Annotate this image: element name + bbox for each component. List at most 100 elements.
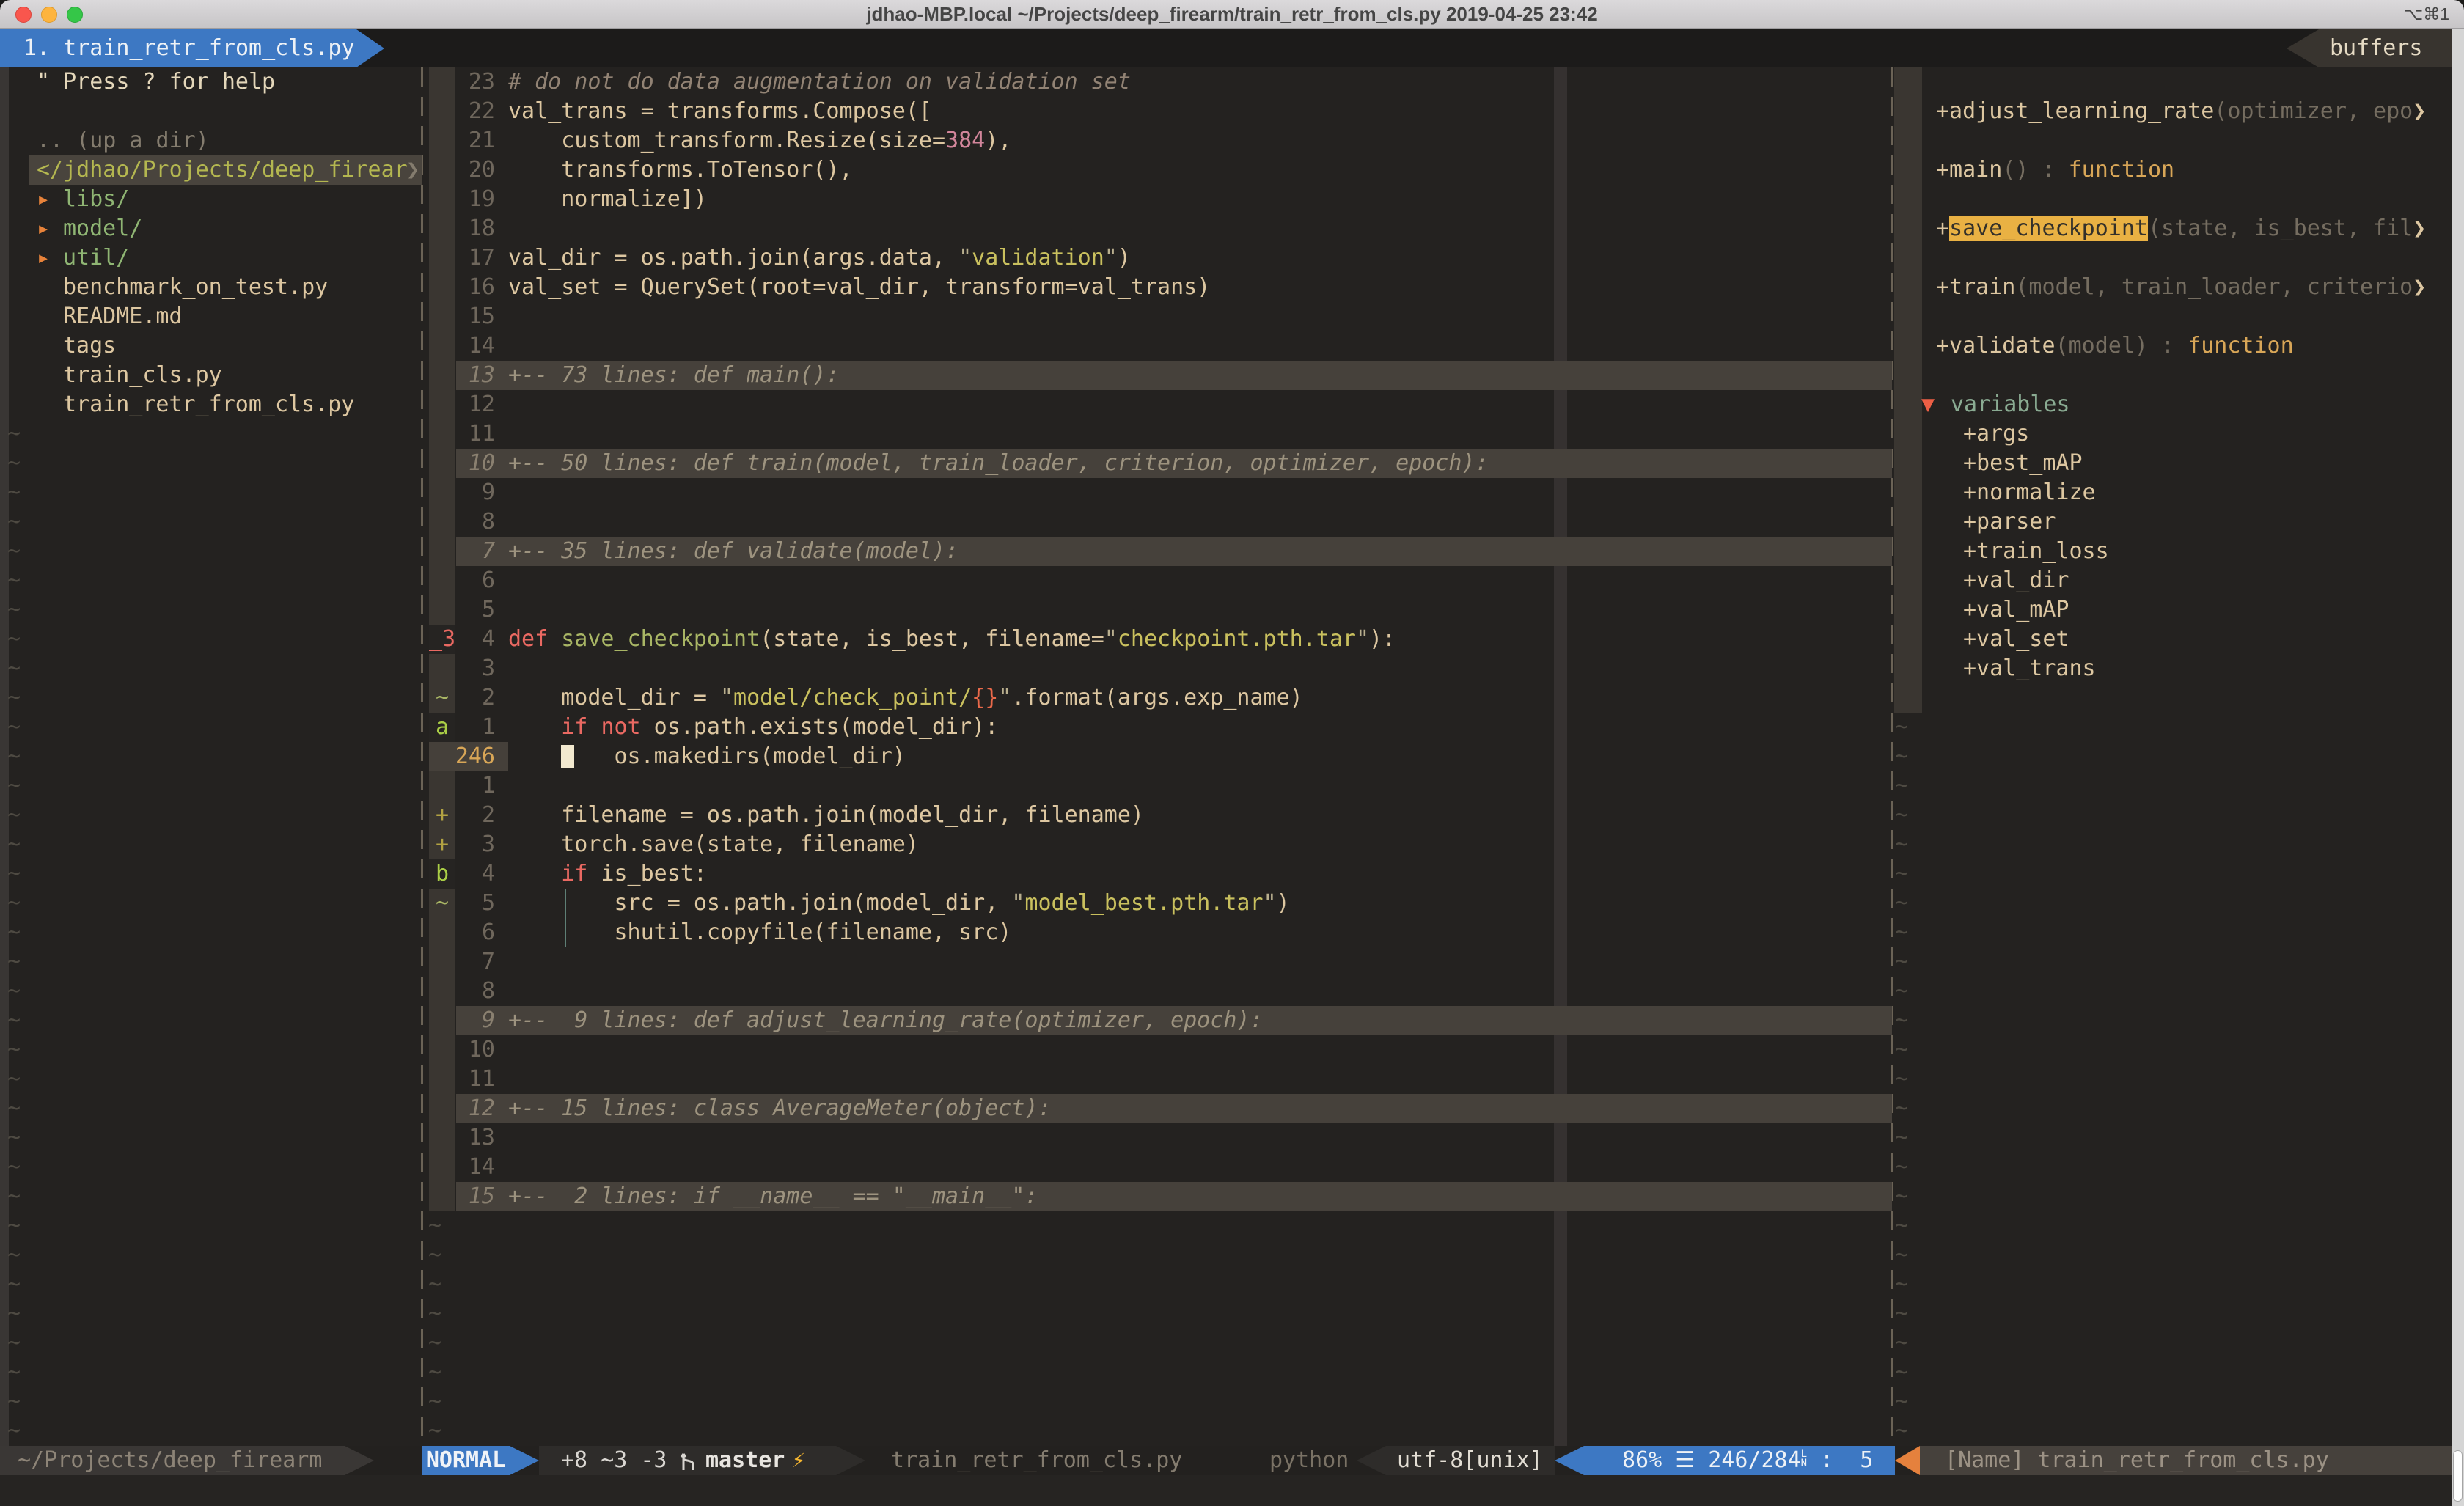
tag-item[interactable]: +train_loss <box>1894 537 2452 566</box>
tag-item[interactable]: +val_mAP <box>1894 595 2452 625</box>
code-line[interactable]: 15 <box>0 302 1892 331</box>
git-hunks-summary: +8 ~3 -3 <box>561 1446 667 1475</box>
code-line[interactable]: 23# do not do data augmentation on valid… <box>0 67 1892 97</box>
syntax-token: # do not do data augmentation on validat… <box>508 69 1131 95</box>
code-line[interactable]: 2+ filename = os.path.join(model_dir, fi… <box>0 801 1892 830</box>
empty-line-tilde: ~ <box>1895 742 1908 771</box>
line-number: 17 <box>429 243 495 273</box>
folded-code-line[interactable]: 15+-- 2 lines: if __name__ == "__main__"… <box>0 1182 1892 1211</box>
code-line[interactable]: 2~ model_dir = "model/check_point/{}".fo… <box>0 683 1892 713</box>
folded-code-line[interactable]: 13+-- 73 lines: def main(): <box>0 361 1892 390</box>
folded-code-line[interactable]: 9+-- 9 lines: def adjust_learning_rate(o… <box>0 1006 1892 1035</box>
code-line[interactable]: 8 <box>0 977 1892 1006</box>
code-line[interactable]: 21 custom_transform.Resize(size=384), <box>0 126 1892 155</box>
code-line[interactable]: 20 transforms.ToTensor(), <box>0 155 1892 185</box>
code-line[interactable]: 14 <box>0 1153 1892 1182</box>
folded-code-line[interactable]: 10+-- 50 lines: def train(model, train_l… <box>0 449 1892 478</box>
editor-tilde-row: ~ <box>0 1417 1892 1446</box>
scrollbar-thumb[interactable] <box>2453 1450 2463 1502</box>
code-line[interactable]: 13 <box>0 1123 1892 1153</box>
fold-summary-text: +-- 9 lines: def adjust_learning_rate(op… <box>508 1006 1264 1035</box>
tag-item[interactable]: +val_set <box>1894 625 2452 654</box>
code-line[interactable]: 17val_dir = os.path.join(args.data, "val… <box>0 243 1892 273</box>
tag-item[interactable]: +save_checkpoint(state, is_best, fil❯ <box>1894 214 2452 243</box>
syntax-token: ❯ <box>2413 216 2426 241</box>
tag-item[interactable]: ▼variables <box>1894 390 2452 419</box>
command-line[interactable] <box>0 1475 2464 1506</box>
tagbar-tilde-row: ~ <box>1894 742 2452 771</box>
buffers-label: buffers <box>2330 29 2422 67</box>
code-line[interactable]: 11 <box>0 419 1892 449</box>
code-line[interactable]: 9 <box>0 478 1892 507</box>
cursor-position: 86% ☰ 246/284LN : 5 <box>1622 1446 1873 1475</box>
folded-code-line[interactable]: 12+-- 15 lines: class AverageMeter(objec… <box>0 1094 1892 1123</box>
fold-summary-text: +-- 15 lines: class AverageMeter(object)… <box>508 1094 1052 1123</box>
code-line[interactable]: 12 <box>0 390 1892 419</box>
empty-line-tilde: ~ <box>1895 1358 1908 1387</box>
code-line[interactable]: 5~ src = os.path.join(model_dir, "model_… <box>0 889 1892 918</box>
powerline-arrow-icon <box>510 1446 539 1475</box>
tag-variable-label: +train_loss <box>1963 537 2109 566</box>
tag-item[interactable]: +best_mAP <box>1894 449 2452 478</box>
code-text: model_dir = "model/check_point/{}".forma… <box>508 683 1303 713</box>
line-number: 11 <box>429 1065 495 1094</box>
syntax-token: " <box>1104 245 1118 271</box>
tag-item[interactable]: +parser <box>1894 507 2452 537</box>
syntax-token: val_dir = os.path.join(args.data, <box>508 245 958 271</box>
tag-item[interactable]: +val_trans <box>1894 654 2452 683</box>
code-line[interactable]: 22val_trans = transforms.Compose([ <box>0 97 1892 126</box>
code-line[interactable]: 10 <box>0 1035 1892 1065</box>
code-line[interactable]: 4_3def save_checkpoint(state, is_best, f… <box>0 625 1892 654</box>
folded-code-line[interactable]: 7+-- 35 lines: def validate(model): <box>0 537 1892 566</box>
syntax-token: is_best: <box>587 861 707 886</box>
syntax-token: " <box>1104 626 1118 652</box>
syntax-token: shutil.copyfile(filename, src) <box>508 919 1011 945</box>
scrollbar-track[interactable] <box>2452 29 2464 1506</box>
tag-variable-label: +val_mAP <box>1963 595 2069 625</box>
code-line[interactable]: 16val_set = QuerySet(root=val_dir, trans… <box>0 273 1892 302</box>
syntax-token: transforms.ToTensor(), <box>508 157 853 183</box>
tagbar-tilde-row: ~ <box>1894 1094 2452 1123</box>
line-number: 9 <box>429 478 495 507</box>
line-number: 13 <box>429 1123 495 1153</box>
code-text: # do not do data augmentation on validat… <box>508 67 1131 97</box>
code-text: custom_transform.Resize(size=384), <box>508 126 1011 155</box>
ln-glyph-bottom: N <box>1801 1459 1807 1469</box>
syntax-token <box>548 626 561 652</box>
tag-item[interactable]: +train(model, train_loader, criterio❯ <box>1894 273 2452 302</box>
code-line[interactable]: 1a if not os.path.exists(model_dir): <box>0 713 1892 742</box>
tag-item[interactable]: +validate(model) : function <box>1894 331 2452 361</box>
tagbar-tilde-row: ~ <box>1894 859 2452 889</box>
tag-variable-label: +normalize <box>1963 478 2096 507</box>
code-line[interactable]: 6 shutil.copyfile(filename, src) <box>0 918 1892 947</box>
code-line[interactable]: 4b if is_best: <box>0 859 1892 889</box>
code-line[interactable]: 19 normalize]) <box>0 185 1892 214</box>
tab-label[interactable]: 1. train_retr_from_cls.py <box>23 29 355 67</box>
tag-item[interactable]: +main() : function <box>1894 155 2452 185</box>
code-line[interactable]: 3+ torch.save(state, filename) <box>0 830 1892 859</box>
code-line[interactable]: 18 <box>0 214 1892 243</box>
code-line[interactable]: 246 os.makedirs(model_dir) <box>0 742 1892 771</box>
tagbar-tilde-row: ~ <box>1894 1006 2452 1035</box>
tag-item[interactable]: +adjust_learning_rate(optimizer, epo❯ <box>1894 97 2452 126</box>
tag-item[interactable]: +normalize <box>1894 478 2452 507</box>
syntax-token: ❯ <box>2413 274 2426 300</box>
tag-item[interactable]: +args <box>1894 419 2452 449</box>
code-line[interactable]: 6 <box>0 566 1892 595</box>
gutter-sign: _3 <box>429 625 455 654</box>
tag-item[interactable]: +val_dir <box>1894 566 2452 595</box>
code-line[interactable]: 1 <box>0 771 1892 801</box>
code-line[interactable]: 8 <box>0 507 1892 537</box>
nerdtree-path: ~/Projects/deep_firearm <box>18 1446 322 1475</box>
tag-function-label: +main() : function <box>1936 155 2174 185</box>
code-line[interactable]: 7 <box>0 947 1892 977</box>
code-line[interactable]: 14 <box>0 331 1892 361</box>
code-line[interactable]: 5 <box>0 595 1892 625</box>
code-line[interactable]: 3 <box>0 654 1892 683</box>
empty-line-tilde: ~ <box>1895 1006 1908 1035</box>
empty-line-tilde: ~ <box>1895 1065 1908 1094</box>
tagbar-tilde-row: ~ <box>1894 977 2452 1006</box>
syntax-token: model_dir = <box>508 685 720 710</box>
fold-summary-text: +-- 73 lines: def main(): <box>508 361 840 390</box>
code-line[interactable]: 11 <box>0 1065 1892 1094</box>
